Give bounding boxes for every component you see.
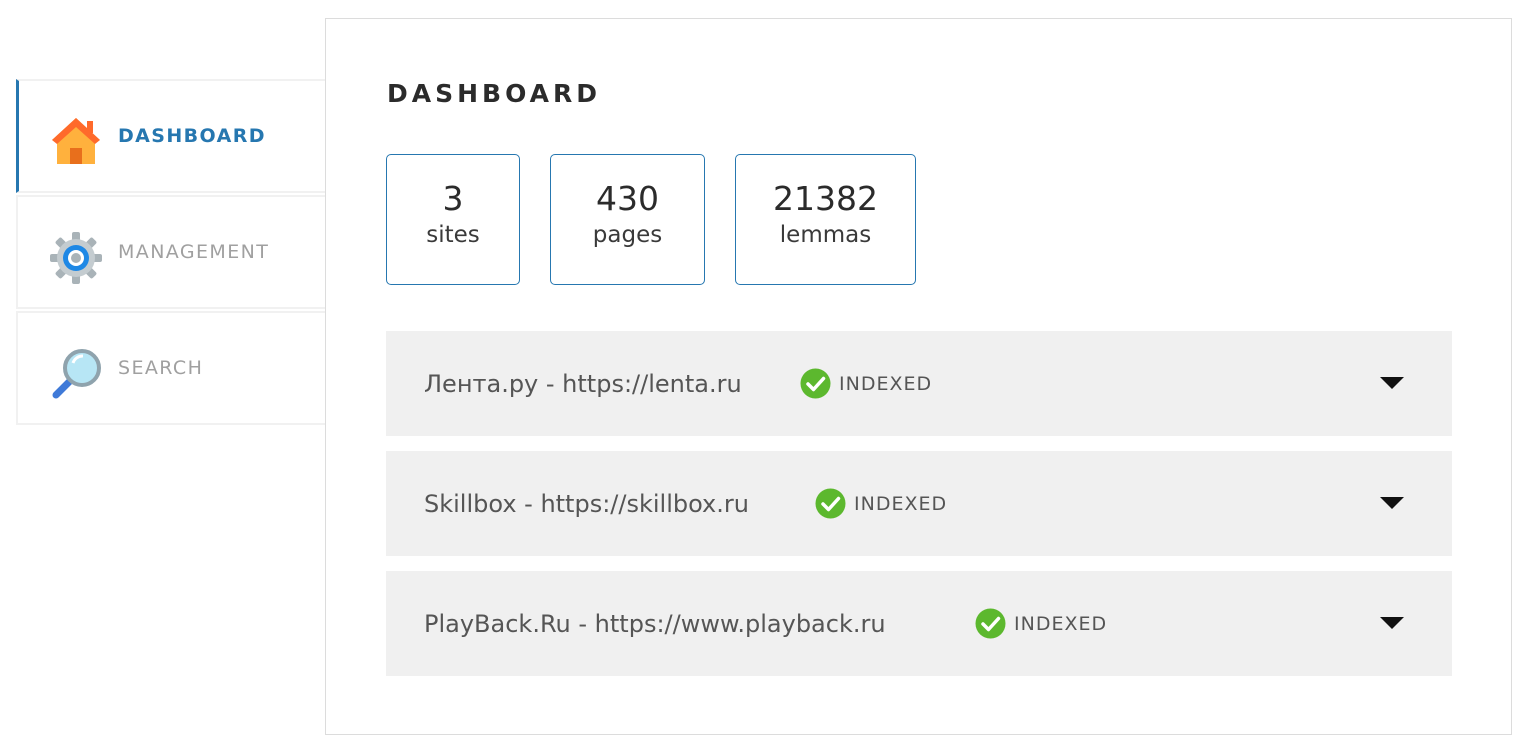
- status-badge: INDEXED: [815, 451, 947, 556]
- stat-card-pages: 430 pages: [550, 154, 705, 285]
- site-title: PlayBack.Ru - https://www.playback.ru: [424, 609, 886, 638]
- sidebar: DASHBOARD MANAGEMENT SEARCH: [16, 79, 325, 427]
- status-text: INDEXED: [1014, 612, 1108, 635]
- chevron-down-icon[interactable]: [1380, 496, 1404, 510]
- nav-label-management: MANAGEMENT: [118, 241, 270, 263]
- check-icon: [800, 368, 831, 399]
- status-text: INDEXED: [854, 492, 948, 515]
- nav-label-dashboard: DASHBOARD: [118, 125, 266, 147]
- site-title: Лента.ру - https://lenta.ru: [424, 369, 742, 398]
- stat-card-lemmas: 21382 lemmas: [735, 154, 916, 285]
- site-row-playback[interactable]: PlayBack.Ru - https://www.playback.ru IN…: [386, 571, 1452, 676]
- stat-value: 3: [442, 179, 464, 218]
- site-row-skillbox[interactable]: Skillbox - https://skillbox.ru INDEXED: [386, 451, 1452, 556]
- chevron-down-icon[interactable]: [1380, 376, 1404, 390]
- status-badge: INDEXED: [800, 331, 932, 436]
- stat-value: 21382: [773, 179, 878, 218]
- stat-label: pages: [592, 222, 663, 248]
- status-badge: INDEXED: [975, 571, 1107, 676]
- nav-item-management[interactable]: MANAGEMENT: [16, 195, 325, 309]
- page-title: DASHBOARD: [387, 79, 602, 108]
- chevron-down-icon[interactable]: [1380, 616, 1404, 630]
- site-title: Skillbox - https://skillbox.ru: [424, 489, 749, 518]
- house-icon: [52, 118, 100, 164]
- stat-card-sites: 3 sites: [386, 154, 520, 285]
- nav-item-dashboard[interactable]: DASHBOARD: [16, 79, 325, 193]
- nav-item-search[interactable]: SEARCH: [16, 311, 325, 425]
- stat-value: 430: [596, 179, 659, 218]
- check-icon: [975, 608, 1006, 639]
- nav-label-search: SEARCH: [118, 357, 204, 379]
- dashboard-panel: DASHBOARD 3 sites 430 pages 21382 lemmas…: [325, 18, 1512, 735]
- stat-label: sites: [426, 222, 480, 248]
- site-row-lenta[interactable]: Лента.ру - https://lenta.ru INDEXED: [386, 331, 1452, 436]
- stat-label: lemmas: [779, 222, 872, 248]
- status-text: INDEXED: [839, 372, 933, 395]
- magnifier-icon: [52, 349, 101, 399]
- gear-icon: [50, 232, 102, 284]
- check-icon: [815, 488, 846, 519]
